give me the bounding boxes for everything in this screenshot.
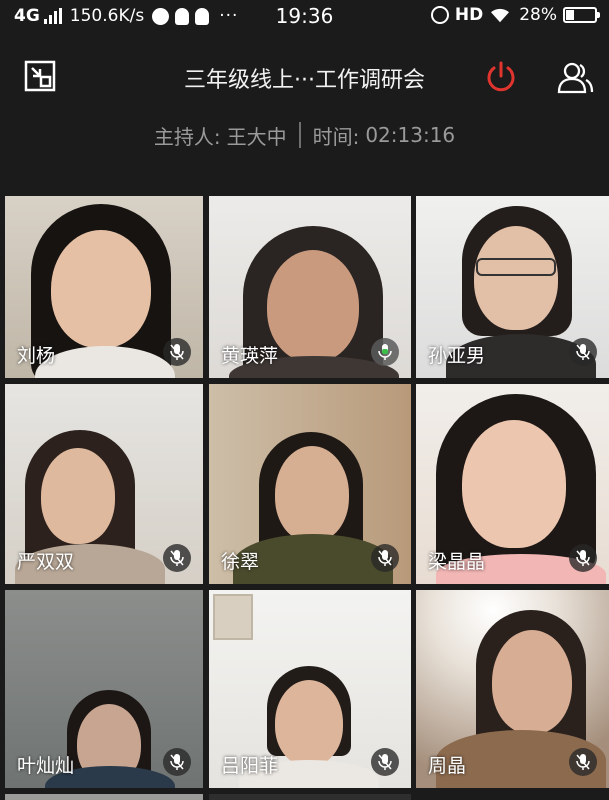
mic-muted-icon bbox=[371, 748, 399, 776]
meeting-info-bar: 主持人: 王大中 时间: 02:13:16 bbox=[0, 120, 609, 150]
video-tile[interactable]: 严双双 bbox=[5, 384, 203, 584]
alarm-icon bbox=[430, 6, 449, 24]
divider bbox=[298, 122, 301, 148]
battery-percent: 28% bbox=[519, 5, 557, 25]
host-name: 王大中 bbox=[226, 124, 287, 149]
participant-name: 徐翠 bbox=[221, 551, 260, 573]
mic-muted-icon bbox=[163, 338, 191, 366]
meeting-header: 三年级线上···工作调研会 bbox=[0, 40, 609, 115]
host-label: 主持人: bbox=[153, 124, 221, 149]
video-tile[interactable]: 周晶 bbox=[416, 590, 609, 788]
mic-active-icon bbox=[371, 338, 399, 366]
power-icon[interactable] bbox=[484, 60, 518, 94]
participant-name: 严双双 bbox=[17, 551, 75, 573]
video-tile[interactable]: 黄瑛萍 bbox=[209, 196, 411, 378]
participant-name: 周晶 bbox=[428, 755, 467, 777]
mic-muted-icon bbox=[569, 748, 597, 776]
mic-muted-icon bbox=[163, 748, 191, 776]
mic-muted-icon bbox=[569, 338, 597, 366]
status-bar: 4G 150.6K/s ··· 19:36 HD 28% bbox=[0, 0, 609, 34]
video-tile[interactable]: 孙亚男 bbox=[416, 196, 609, 378]
mic-muted-icon bbox=[569, 544, 597, 572]
video-tile[interactable]: 刘杨 bbox=[5, 196, 203, 378]
participant-name: 梁晶晶 bbox=[428, 551, 486, 573]
participant-name: 叶灿灿 bbox=[17, 755, 75, 777]
time-label: 时间: bbox=[312, 124, 360, 149]
video-tile[interactable]: 徐翠 bbox=[209, 384, 411, 584]
video-tile-partial bbox=[209, 794, 411, 800]
elapsed-time: 02:13:16 bbox=[365, 123, 456, 147]
video-grid: 刘杨 黄瑛萍 孙亚男 严双双 徐翠 梁晶晶 叶灿灿 吕阳菲 周晶 bbox=[0, 196, 609, 800]
hd-indicator: HD bbox=[454, 5, 484, 25]
mic-muted-icon bbox=[163, 544, 191, 572]
participant-name: 刘杨 bbox=[17, 345, 56, 367]
participant-name: 黄瑛萍 bbox=[221, 345, 279, 367]
mic-muted-icon bbox=[371, 544, 399, 572]
video-tile-partial bbox=[5, 794, 203, 800]
participant-name: 孙亚男 bbox=[428, 345, 486, 367]
video-tile[interactable]: 叶灿灿 bbox=[5, 590, 203, 788]
members-icon[interactable] bbox=[556, 60, 594, 94]
video-tile[interactable]: 梁晶晶 bbox=[416, 384, 609, 584]
battery-icon bbox=[563, 7, 600, 23]
participant-name: 吕阳菲 bbox=[221, 755, 279, 777]
wifi-icon bbox=[491, 8, 510, 23]
video-tile[interactable]: 吕阳菲 bbox=[209, 590, 411, 788]
